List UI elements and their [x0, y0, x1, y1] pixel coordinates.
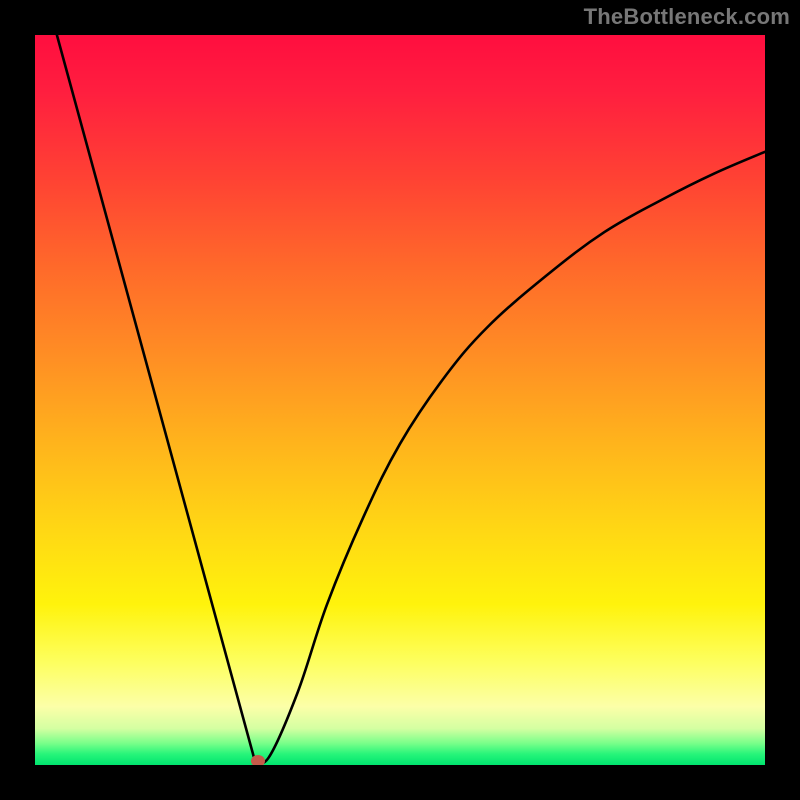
- bottleneck-curve: [35, 35, 765, 765]
- plot-area: [35, 35, 765, 765]
- watermark-text: TheBottleneck.com: [584, 4, 790, 30]
- chart-frame: TheBottleneck.com: [0, 0, 800, 800]
- minimum-marker: [251, 755, 265, 765]
